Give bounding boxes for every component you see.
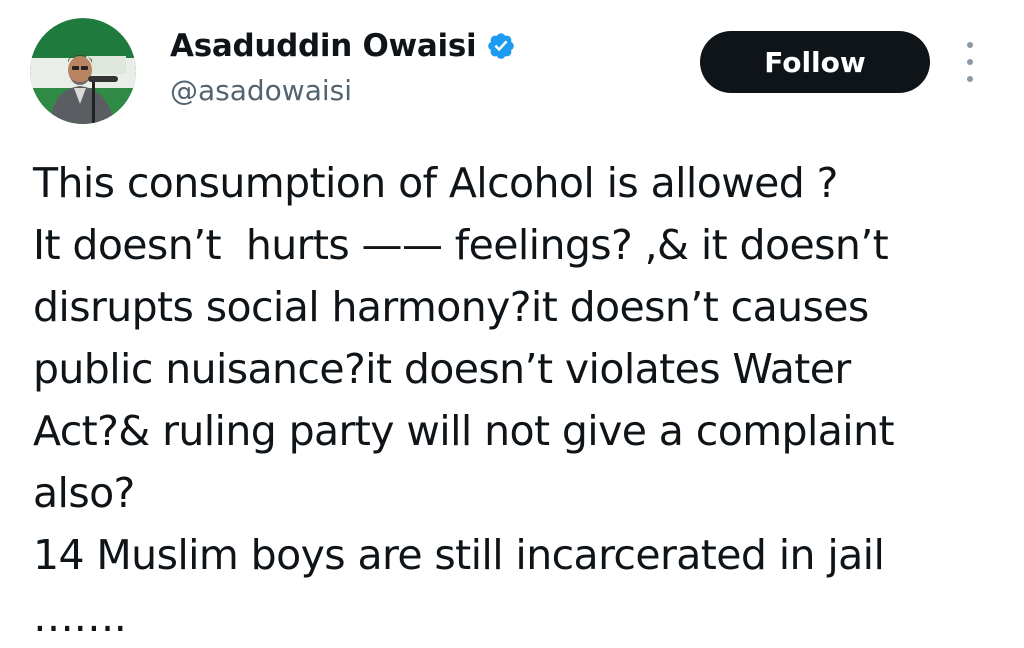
tweet-line: …….: [33, 593, 127, 641]
display-name[interactable]: Asaduddin Owaisi: [170, 28, 477, 64]
tweet-line: This consumption of Alcohol is allowed ?: [33, 159, 838, 207]
tweet-line: Act?& ruling party will not give a compl…: [33, 407, 895, 455]
verified-badge-icon[interactable]: [486, 31, 516, 61]
profile-photo-icon: [30, 18, 136, 124]
tweet-line: 14 Muslim boys are still incarcerated in…: [33, 531, 885, 579]
tweet-line: disrupts social harmony?it doesn’t cause…: [33, 283, 869, 331]
tweet-line: also?: [33, 469, 135, 517]
tweet-text: This consumption of Alcohol is allowed ?…: [33, 152, 1013, 648]
name-row: Asaduddin Owaisi: [170, 26, 516, 66]
dot: [967, 76, 973, 82]
tweet-card: Asaduddin Owaisi @asadowaisi Follow This…: [0, 0, 1024, 642]
dot: [967, 59, 973, 65]
user-handle[interactable]: @asadowaisi: [170, 74, 516, 107]
tweet-line: It doesn’t hurts —— feelings? ,& it does…: [33, 221, 889, 269]
more-vertical-icon[interactable]: [958, 42, 982, 82]
dot: [967, 42, 973, 48]
author-info: Asaduddin Owaisi @asadowaisi: [170, 26, 516, 107]
follow-button[interactable]: Follow: [700, 31, 930, 93]
avatar[interactable]: [30, 18, 136, 124]
tweet-line: public nuisance?it doesn’t violates Wate…: [33, 345, 851, 393]
